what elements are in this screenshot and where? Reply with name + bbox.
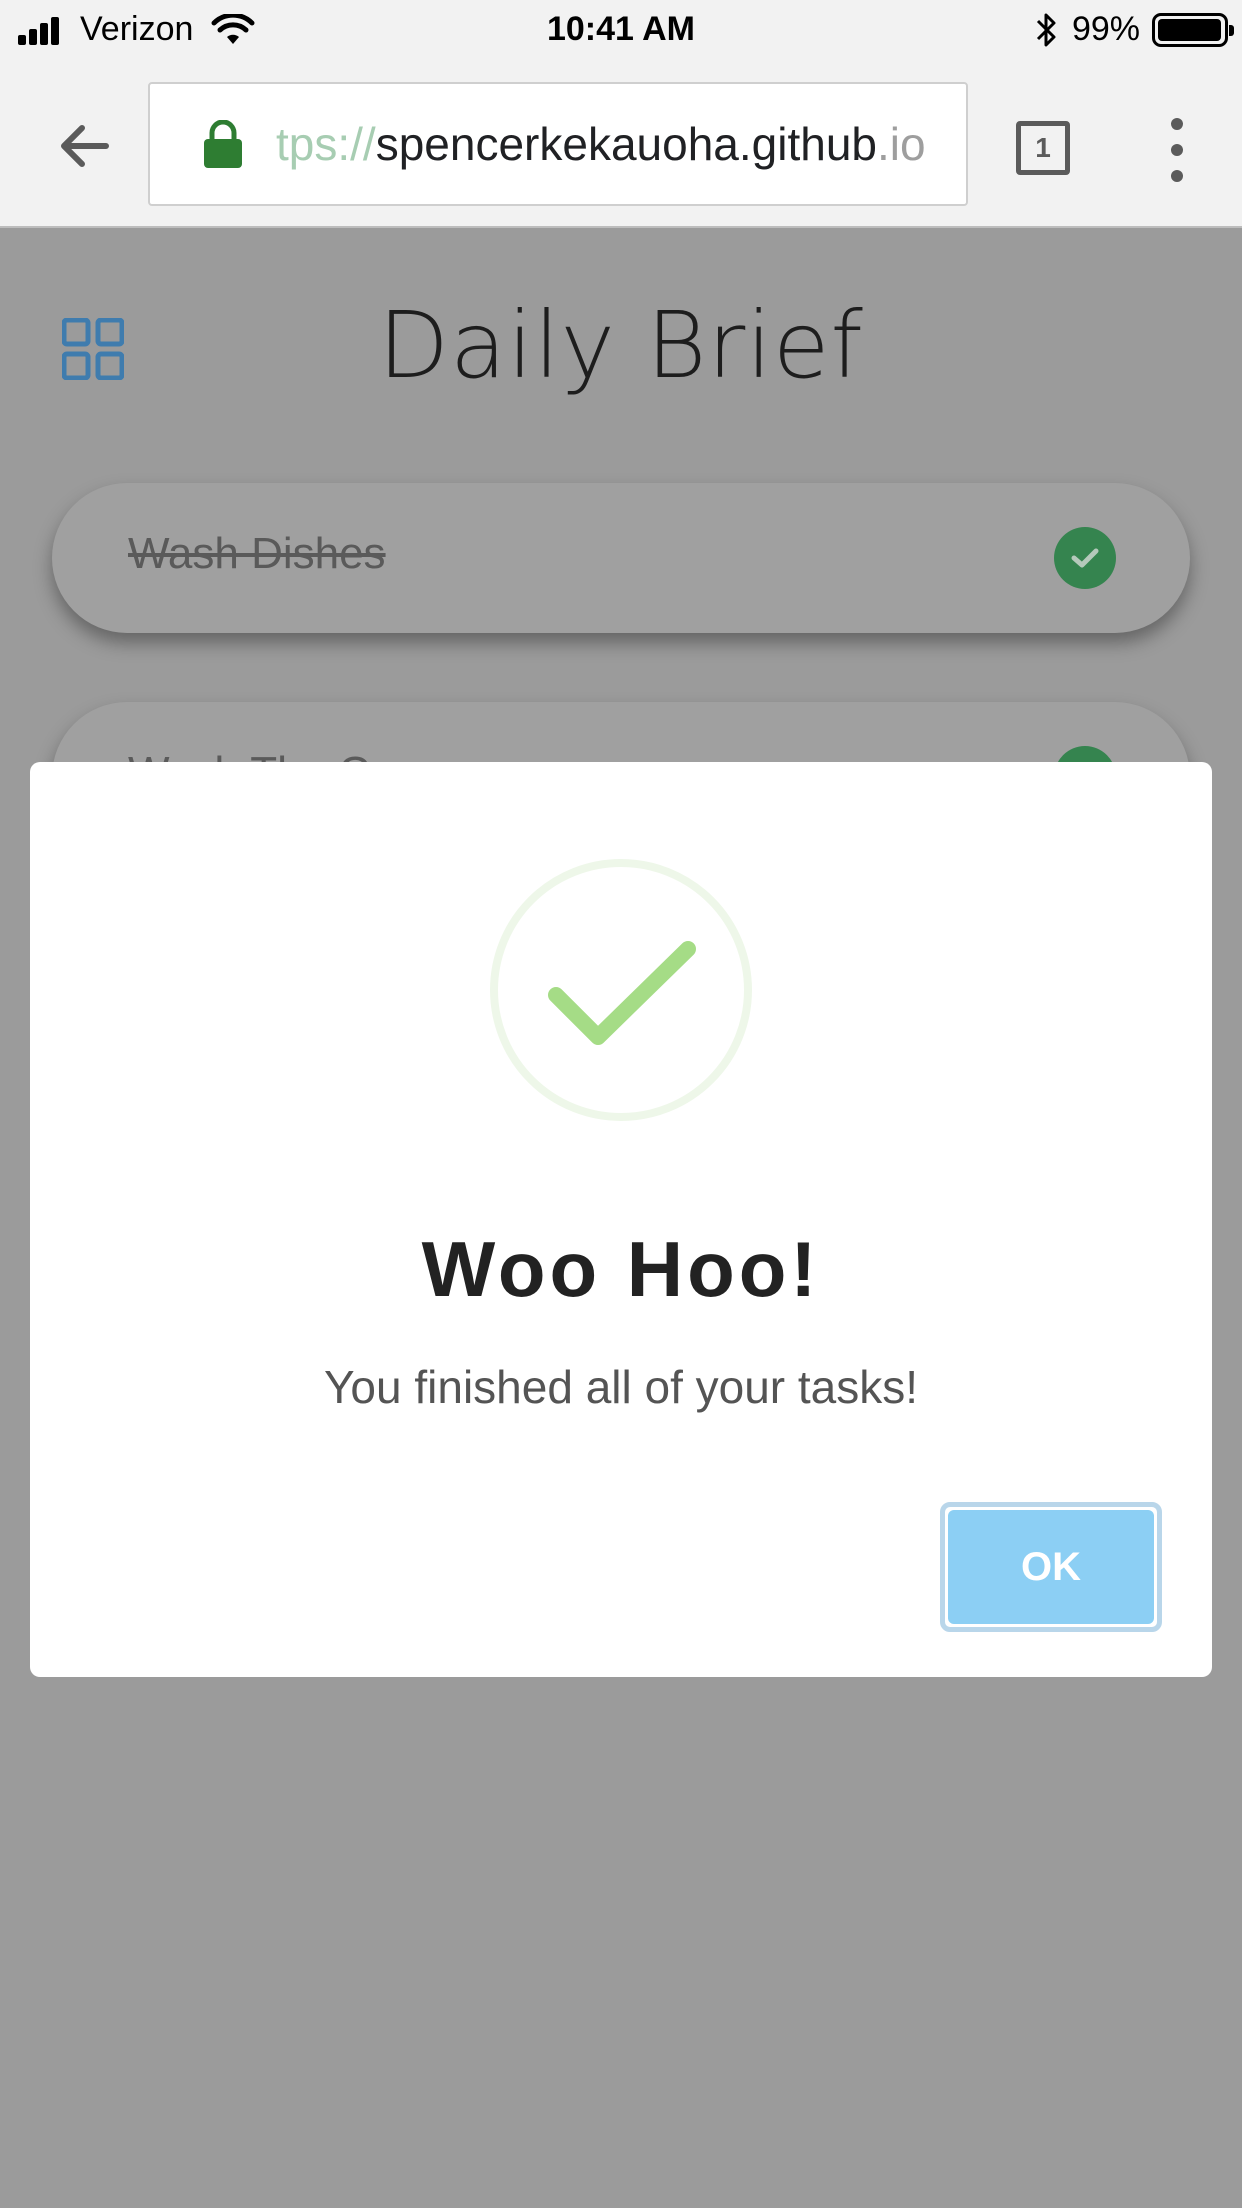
battery-fill <box>1158 18 1222 41</box>
battery-percent: 99% <box>1071 10 1140 48</box>
browser-toolbar: tps://spencerkekauoha.github.io 1 <box>0 62 1242 228</box>
ok-button[interactable]: OK <box>940 1502 1162 1632</box>
lock-icon <box>204 120 242 168</box>
battery-icon <box>1152 12 1234 47</box>
bluetooth-icon <box>1036 13 1056 46</box>
status-right: 99% <box>1034 10 1234 49</box>
back-arrow-icon[interactable] <box>52 114 116 178</box>
address-bar[interactable]: tps://spencerkekauoha.github.io <box>148 82 968 206</box>
tab-count: 1 <box>1035 132 1051 163</box>
modal-title: Woo Hoo! <box>421 1225 821 1313</box>
task-item[interactable]: Wash Dishes <box>52 483 1190 633</box>
overflow-menu-icon[interactable] <box>1162 118 1192 182</box>
success-check-icon <box>490 859 752 1121</box>
status-bar: Verizon 10:41 AM 99% <box>0 0 1242 62</box>
url-tail: .io <box>876 118 926 170</box>
url-host: spencerkekauoha.github <box>375 118 877 170</box>
tab-switcher-button[interactable]: 1 <box>1016 121 1070 175</box>
success-modal: Woo Hoo! You finished all of your tasks!… <box>30 762 1212 1677</box>
url-text: tps://spencerkekauoha.github.io <box>276 117 926 171</box>
modal-message: You finished all of your tasks! <box>323 1361 919 1413</box>
task-done-check-icon[interactable] <box>1054 527 1116 589</box>
screen: Verizon 10:41 AM 99% tps://spencerkekauo… <box>0 0 1242 2208</box>
url-scheme: tps:// <box>276 118 376 170</box>
page-title: Daily Brief <box>378 292 864 399</box>
ok-button-label: OK <box>948 1510 1154 1624</box>
task-label: Wash Dishes <box>128 529 386 578</box>
